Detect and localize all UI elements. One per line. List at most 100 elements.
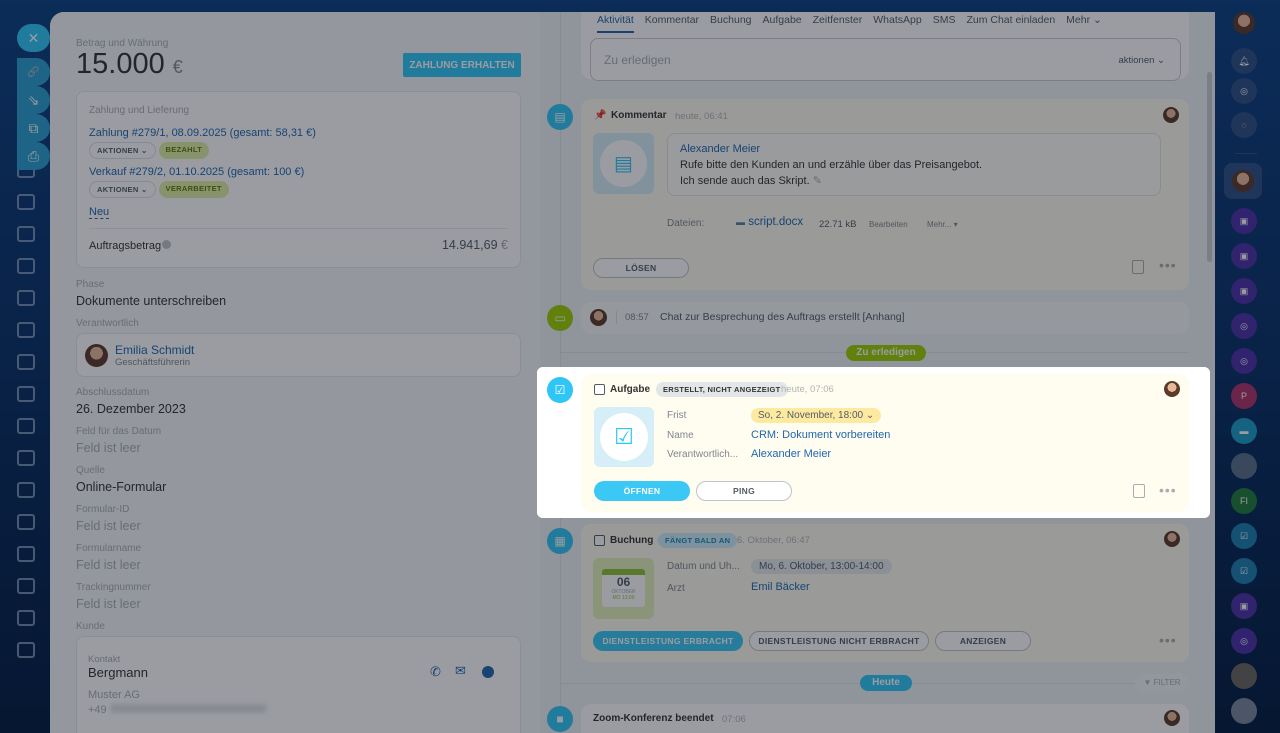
phone-icon[interactable]: ✆ bbox=[430, 664, 441, 680]
tab-activity[interactable]: Aktivität bbox=[597, 14, 634, 33]
group-chat-icon[interactable]: ▬ bbox=[1231, 418, 1257, 444]
task-chat-icon[interactable]: ☑ bbox=[1231, 558, 1257, 584]
help-icon[interactable] bbox=[162, 240, 172, 249]
copy-link-button[interactable]: 🔗 bbox=[17, 58, 50, 86]
building-avatar[interactable] bbox=[1231, 698, 1257, 724]
tasks-icon[interactable] bbox=[17, 226, 35, 242]
support-chat-icon[interactable]: ◎ bbox=[1231, 313, 1257, 339]
avatar bbox=[1164, 381, 1180, 397]
file-edit-link[interactable]: Bearbeiten bbox=[869, 220, 908, 229]
tab-task[interactable]: Aufgabe bbox=[763, 14, 802, 33]
scrollbar[interactable] bbox=[1207, 72, 1212, 262]
todo-input[interactable]: Zu erledigen aktionen ⌄ bbox=[590, 38, 1181, 81]
settings-icon[interactable] bbox=[17, 642, 35, 658]
responsible-name[interactable]: Emilia Schmidt bbox=[115, 343, 194, 357]
tab-invite-chat[interactable]: Zum Chat einladen bbox=[966, 14, 1055, 33]
tab-sms[interactable]: SMS bbox=[933, 14, 956, 33]
contact-name[interactable]: Bergmann bbox=[88, 665, 148, 680]
more-icon[interactable]: ••• bbox=[1159, 482, 1177, 498]
chat-fi-badge[interactable]: FI bbox=[1231, 488, 1257, 514]
chat-p-badge[interactable]: P bbox=[1231, 383, 1257, 409]
building-avatar[interactable] bbox=[1231, 663, 1257, 689]
doctor-link[interactable]: Emil Bäcker bbox=[751, 581, 810, 593]
company-name[interactable]: Muster AG bbox=[88, 689, 140, 701]
note-icon[interactable] bbox=[1132, 260, 1144, 274]
chat-icon[interactable] bbox=[482, 666, 494, 678]
deadline-dropdown[interactable]: So, 2. November, 18:00 ⌄ bbox=[751, 408, 882, 423]
bell-icon[interactable]: 🔔︎ bbox=[1231, 48, 1257, 74]
task-chat-icon[interactable]: ☑ bbox=[1231, 523, 1257, 549]
edit-icon[interactable]: ✎ bbox=[813, 175, 822, 187]
show-booking-button[interactable]: ANZEIGEN bbox=[935, 631, 1031, 651]
support-chat-icon[interactable]: ◎ bbox=[1231, 628, 1257, 654]
pin-icon[interactable]: 📌 bbox=[594, 110, 606, 121]
box-icon[interactable] bbox=[17, 610, 35, 626]
contact-icon[interactable]: ▣ bbox=[1231, 208, 1257, 234]
cart-icon[interactable] bbox=[17, 546, 35, 562]
service-not-done-button[interactable]: DIENSTLEISTUNG NICHT ERBRACHT bbox=[749, 631, 929, 651]
tracking-value[interactable]: Feld ist leer bbox=[76, 597, 141, 611]
funnel-icon[interactable] bbox=[17, 386, 35, 402]
presentation-icon[interactable] bbox=[17, 354, 35, 370]
support-chat-icon[interactable]: ◎ bbox=[1231, 348, 1257, 374]
task-responsible-link[interactable]: Alexander Meier bbox=[751, 448, 831, 460]
tab-more[interactable]: Mehr ⌄ bbox=[1066, 14, 1102, 33]
contact-icon[interactable]: ▣ bbox=[1231, 278, 1257, 304]
file-more-dropdown[interactable]: Mehr... ▾ bbox=[927, 220, 958, 229]
source-value[interactable]: Online-Formular bbox=[76, 480, 166, 494]
phone-number[interactable]: +49 bbox=[88, 704, 266, 716]
chat-text[interactable]: Chat zur Besprechung des Auftrags erstel… bbox=[660, 311, 905, 323]
service-done-button[interactable]: DIENSTLEISTUNG ERBRACHT bbox=[593, 631, 743, 651]
close-button[interactable]: ✕ bbox=[17, 24, 50, 52]
tab-timeslot[interactable]: Zeitfenster bbox=[813, 14, 863, 33]
more-icon[interactable]: ••• bbox=[1159, 632, 1177, 648]
group-avatar[interactable] bbox=[1231, 453, 1257, 479]
tab-booking[interactable]: Buchung bbox=[710, 14, 751, 33]
actions-dropdown[interactable]: AKTIONEN ⌄ bbox=[89, 181, 156, 198]
booking-checkbox[interactable] bbox=[594, 535, 605, 546]
todo-actions-dropdown[interactable]: aktionen ⌄ bbox=[1118, 55, 1165, 66]
comment-author[interactable]: Alexander Meier bbox=[680, 143, 760, 155]
inbox-icon[interactable] bbox=[17, 194, 35, 210]
target-icon[interactable] bbox=[17, 578, 35, 594]
user-avatar[interactable] bbox=[1233, 12, 1255, 34]
ping-button[interactable]: PING bbox=[696, 481, 792, 501]
receive-payment-button[interactable]: ZAHLUNG ERHALTEN bbox=[403, 53, 521, 77]
chat-icon[interactable] bbox=[17, 258, 35, 274]
contact-icon[interactable]: ▣ bbox=[1231, 243, 1257, 269]
sale-link[interactable]: Verkauf #279/2, 01.10.2025 (gesamt: 100 … bbox=[89, 166, 304, 178]
close-date-value[interactable]: 26. Dezember 2023 bbox=[76, 402, 186, 416]
payment-link[interactable]: Zahlung #279/1, 08.09.2025 (gesamt: 58,3… bbox=[89, 127, 316, 139]
store-icon[interactable] bbox=[17, 450, 35, 466]
tab-comment[interactable]: Kommentar bbox=[645, 14, 699, 33]
date-field-value[interactable]: Feld ist leer bbox=[76, 441, 141, 455]
form-name-value[interactable]: Feld ist leer bbox=[76, 558, 141, 572]
calendar-icon[interactable] bbox=[17, 322, 35, 338]
filter-button[interactable]: ▼ FILTER bbox=[1135, 674, 1189, 692]
print-button[interactable]: ⎙ bbox=[17, 142, 50, 170]
phase-value[interactable]: Dokumente unterschreiben bbox=[76, 294, 226, 308]
unpin-button[interactable]: LÖSEN bbox=[593, 258, 689, 278]
open-new-window-button[interactable]: ⧉ bbox=[17, 114, 50, 142]
contact-icon[interactable]: ▣ bbox=[1231, 593, 1257, 619]
note-icon[interactable] bbox=[1133, 484, 1145, 498]
download-button[interactable]: ⇘ bbox=[17, 86, 50, 114]
task-complete-checkbox[interactable] bbox=[594, 384, 605, 395]
mail-icon[interactable]: ✉ bbox=[455, 663, 466, 679]
more-icon[interactable]: ••• bbox=[1159, 257, 1177, 273]
booking-date-value[interactable]: Mo, 6. Oktober, 13:00-14:00 bbox=[751, 559, 892, 574]
analytics-icon[interactable] bbox=[17, 514, 35, 530]
new-payment-link[interactable]: Neu bbox=[89, 206, 110, 219]
mail-icon[interactable] bbox=[17, 290, 35, 306]
form-id-value[interactable]: Feld ist leer bbox=[76, 519, 141, 533]
chat-icon[interactable]: ◌ bbox=[1231, 112, 1257, 138]
actions-dropdown[interactable]: AKTIONEN ⌄ bbox=[89, 142, 156, 159]
file-link[interactable]: ▬ script.docx bbox=[736, 216, 803, 228]
card-icon[interactable] bbox=[17, 482, 35, 498]
task-name-link[interactable]: CRM: Dokument vorbereiten bbox=[751, 429, 890, 441]
support-icon[interactable]: ◎ bbox=[1231, 78, 1257, 104]
tab-whatsapp[interactable]: WhatsApp bbox=[873, 14, 921, 33]
recent-chat-active[interactable] bbox=[1224, 163, 1262, 199]
pen-icon[interactable] bbox=[17, 418, 35, 434]
open-task-button[interactable]: ÖFFNEN bbox=[594, 481, 690, 501]
